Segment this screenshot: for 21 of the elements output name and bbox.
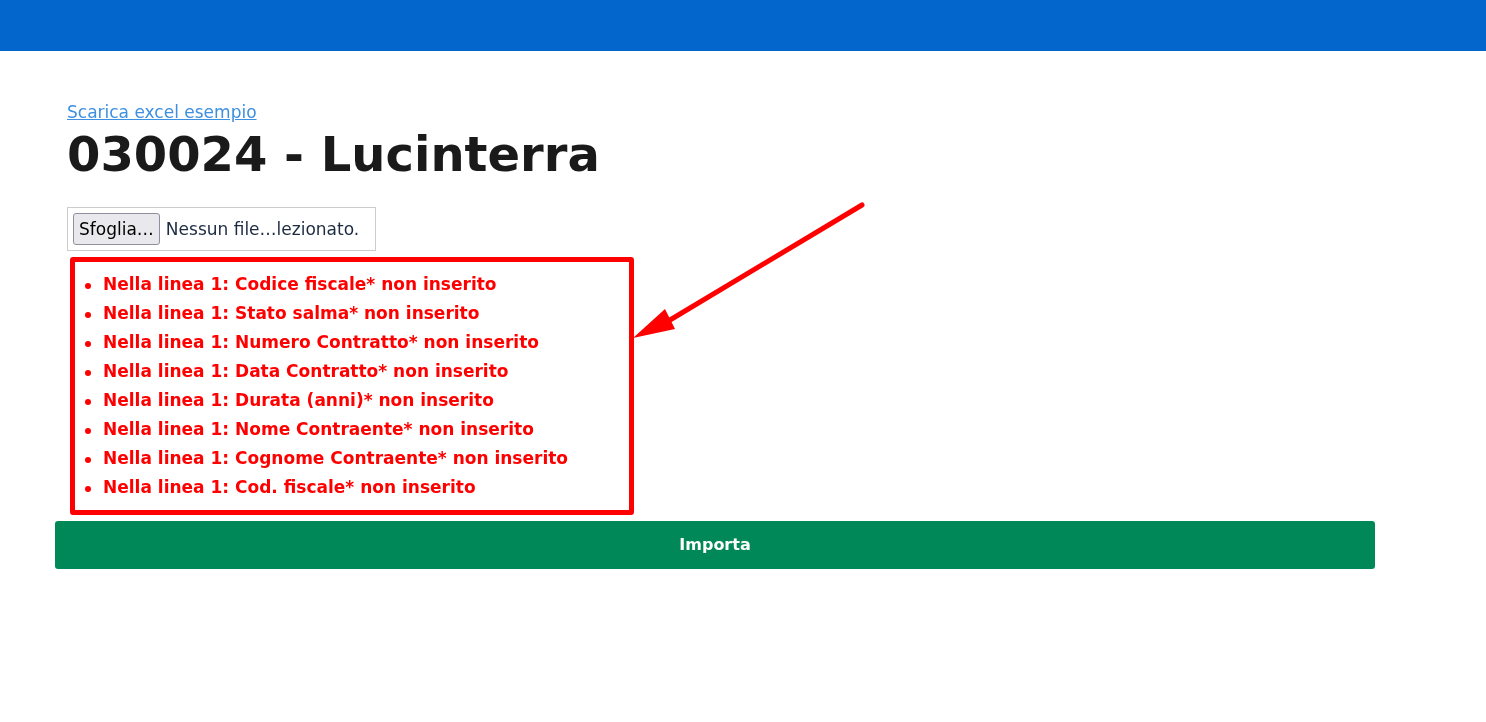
page-title: 030024 - Lucinterra [67, 126, 601, 184]
bullet-icon [85, 485, 91, 492]
bullet-icon [85, 340, 91, 347]
file-input[interactable]: Sfoglia… Nessun file…lezionato. [67, 206, 377, 251]
bullet-icon [85, 311, 91, 318]
error-message: Nella linea 1: Cognome Contraente* non inserito [103, 448, 569, 469]
bullet-icon [85, 369, 91, 376]
bullet-icon [85, 456, 91, 463]
import-button[interactable]: Importa [55, 520, 1375, 569]
bullet-icon [85, 398, 91, 405]
error-message: Nella linea 1: Stato salma* non inserito [103, 303, 480, 324]
error-message: Nella linea 1: Cod. fiscale* non inserito [103, 477, 476, 498]
error-message: Nella linea 1: Nome Contraente* non inserito [103, 419, 534, 440]
file-status: Nessun file…lezionato. [165, 218, 360, 239]
error-message: Nella linea 1: Durata (anni)* non inserito [103, 390, 494, 411]
error-message: Nella linea 1: Codice fiscale* non inserito [103, 274, 497, 295]
error-message: Nella linea 1: Data Contratto* non inserito [103, 361, 509, 382]
browse-button[interactable]: Sfoglia… [73, 212, 160, 245]
error-message: Nella linea 1: Numero Contratto* non inserito [103, 332, 539, 353]
bullet-icon [85, 282, 91, 289]
bullet-icon [85, 427, 91, 434]
